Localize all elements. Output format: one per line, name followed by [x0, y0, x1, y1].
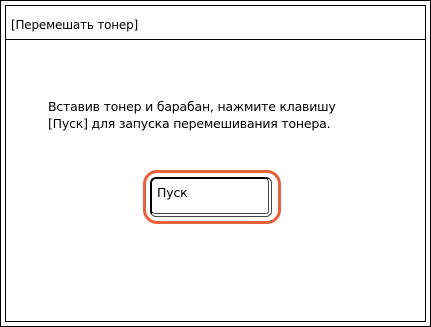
instruction-line-1: Вставив тонер и барабан, нажмите клавишу [48, 99, 336, 114]
toner-mix-screen: [Перемешать тонер] Вставив тонер и бараб… [0, 0, 431, 327]
title-bar: [Перемешать тонер] [6, 6, 425, 40]
start-button[interactable]: Пуск [150, 177, 272, 217]
dialog-title: [Перемешать тонер] [11, 18, 138, 32]
inner-frame [5, 5, 426, 322]
instruction-message: Вставив тонер и барабан, нажмите клавишу… [48, 98, 336, 132]
instruction-line-2: [Пуск] для запуска перемешивания тонера. [48, 116, 331, 131]
start-button-label: Пуск [157, 185, 188, 200]
